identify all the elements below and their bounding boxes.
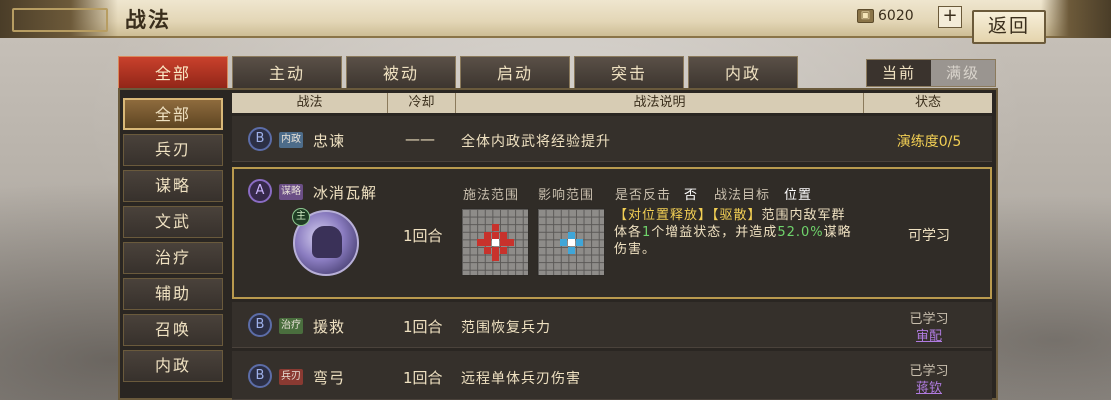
tab-internal[interactable]: 内政 (688, 56, 798, 90)
tab-passive[interactable]: 被动 (346, 56, 456, 90)
counter-value: 否 (684, 188, 699, 203)
col-skill: 战法 (232, 93, 388, 113)
sidebar-item-civil-military[interactable]: 文武 (123, 206, 223, 238)
desc-percent: 52.0% (777, 225, 824, 240)
add-currency-button[interactable]: + (938, 6, 962, 28)
learnable-status: 可学习 (908, 228, 950, 244)
tab-active[interactable]: 主动 (232, 56, 342, 90)
skill-name: 援救 (313, 318, 346, 336)
back-button[interactable]: 返回 (972, 10, 1046, 44)
skill-name: 忠谏 (313, 132, 346, 150)
currency-icon: ▣ (857, 9, 874, 23)
currency-display: ▣ 6020 (857, 8, 914, 24)
type-tag: 兵刃 (279, 369, 303, 385)
col-cooldown: 冷却 (388, 93, 456, 113)
grade-badge: B (248, 364, 272, 388)
currency-value: 6020 (878, 8, 914, 24)
cast-range-label: 施法范围 (463, 188, 520, 203)
learned-by-general[interactable]: 审配 (870, 325, 988, 344)
toggle-max[interactable]: 满级 (931, 60, 995, 86)
level-toggle[interactable]: 当前 满级 (866, 59, 996, 87)
desc-text: 个增益状态，并造成 (651, 225, 778, 240)
sidebar-item-weapon[interactable]: 兵刃 (123, 134, 223, 166)
top-bar-ornament-left (0, 0, 118, 38)
grade-badge: B (248, 313, 272, 337)
col-status: 状态 (914, 95, 941, 110)
cast-range-grid (461, 208, 529, 276)
sidebar-item-internal[interactable]: 内政 (123, 350, 223, 382)
col-description: 战法说明 (456, 93, 864, 113)
table-header: 战法 冷却 战法说明 状态 (232, 93, 992, 113)
sidebar-item-summon[interactable]: 召唤 (123, 314, 223, 346)
skill-cooldown: 1回合 (403, 318, 443, 336)
sidebar-item-heal[interactable]: 治疗 (123, 242, 223, 274)
type-tag: 治疗 (279, 318, 303, 334)
skill-description: 范围恢复兵力 (461, 320, 551, 336)
desc-number: 1 (642, 225, 652, 240)
desc-text: 范围内敌军群 (761, 208, 846, 223)
skill-cooldown: —— (405, 130, 435, 148)
grade-badge: B (248, 127, 272, 151)
learned-by-general[interactable]: 蒋钦 (870, 377, 988, 396)
desc-text: 伤害。 (614, 242, 657, 257)
desc-tag-position: 【对位置释放】 (614, 208, 713, 223)
skill-figure-icon (312, 226, 342, 258)
target-value: 位置 (784, 188, 813, 203)
type-tag: 内政 (279, 132, 303, 148)
page-title: 战法 (125, 8, 171, 32)
skill-name: 冰消瓦解 (313, 184, 378, 202)
desc-tag-dispel: 【驱散】 (712, 208, 762, 223)
tab-trigger[interactable]: 启动 (460, 56, 570, 90)
sidebar-item-strategy[interactable]: 谋略 (123, 170, 223, 202)
main-badge: 主 (292, 208, 310, 226)
skill-detail-description: 【对位置释放】【驱散】范围内敌军群 体各1个增益状态，并造成52.0%谋略 伤害… (614, 207, 864, 258)
effect-range-grid (537, 208, 605, 276)
skill-name: 弯弓 (313, 369, 346, 387)
target-label: 战法目标 (714, 188, 771, 203)
type-tag: 谋略 (279, 184, 303, 200)
desc-text: 谋略 (823, 225, 852, 240)
training-status: 演练度0/5 (896, 134, 962, 150)
tab-assault[interactable]: 突击 (574, 56, 684, 90)
counter-label: 是否反击 (615, 188, 672, 203)
desc-text: 体各 (614, 225, 643, 240)
effect-range-label: 影响范围 (538, 188, 595, 203)
tab-all[interactable]: 全部 (118, 56, 228, 90)
skill-cooldown: 1回合 (403, 227, 443, 245)
skill-description: 远程单体兵刃伤害 (461, 371, 581, 387)
sidebar-item-all[interactable]: 全部 (123, 98, 223, 130)
toggle-current[interactable]: 当前 (867, 60, 931, 86)
top-bar-ornament-right (1041, 0, 1111, 38)
skill-description: 全体内政武将经验提升 (461, 134, 611, 150)
grade-badge: A (248, 179, 272, 203)
sidebar-item-support[interactable]: 辅助 (123, 278, 223, 310)
skill-cooldown: 1回合 (403, 369, 443, 387)
